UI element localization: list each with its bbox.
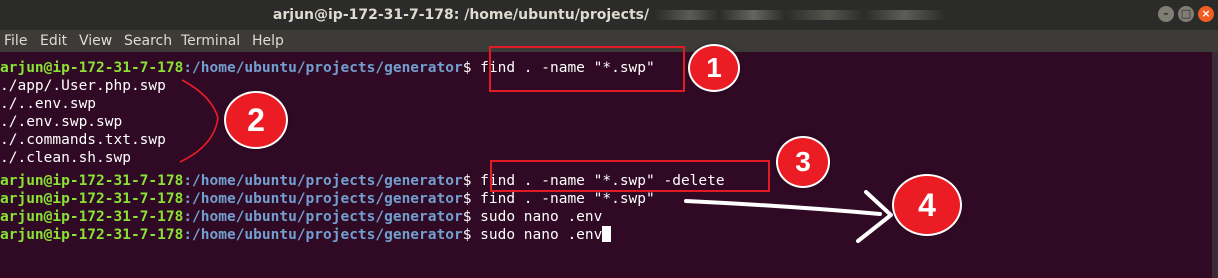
annotation-badge-4: 4 [894,176,960,234]
annotation-badge-3: 3 [778,138,828,186]
annotation-badge-2: 2 [226,93,286,147]
annotation-strokes [179,79,893,243]
arrow-shaft-4 [684,199,882,216]
arrow-head-4 [856,190,893,243]
annotation-badge-1: 1 [690,46,738,90]
curly-bracket-2 [179,79,219,163]
